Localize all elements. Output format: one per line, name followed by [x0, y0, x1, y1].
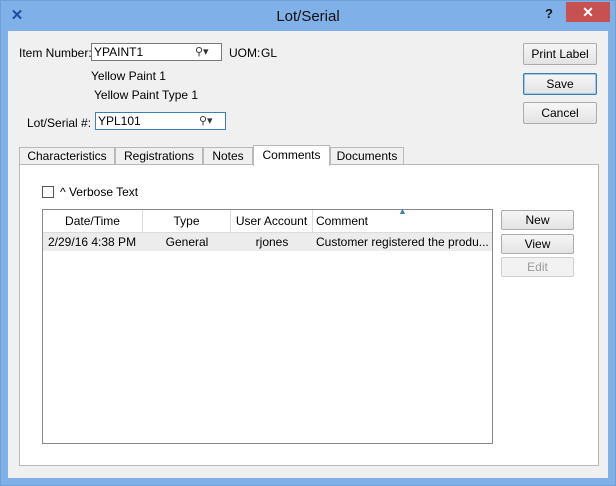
view-comment-button[interactable]: View: [501, 234, 574, 254]
tab-registrations[interactable]: Registrations: [115, 147, 203, 165]
tab-documents[interactable]: Documents: [330, 147, 404, 165]
cell-datetime: 2/29/16 4:38 PM: [48, 235, 137, 249]
column-header-datetime[interactable]: Date/Time: [43, 210, 143, 232]
print-label-button[interactable]: Print Label: [523, 43, 597, 65]
cell-user: rjones: [255, 235, 289, 249]
item-number-field[interactable]: ⚲▾: [91, 43, 222, 61]
help-button[interactable]: ?: [539, 4, 559, 24]
uom-value: GL: [261, 46, 278, 60]
column-header-user-account[interactable]: User Account: [231, 210, 313, 232]
column-header-type[interactable]: Type: [143, 210, 231, 232]
tab-characteristics[interactable]: Characteristics: [19, 147, 115, 165]
new-comment-button[interactable]: New: [501, 210, 574, 230]
cancel-button[interactable]: Cancel: [523, 102, 597, 124]
item-description-1: Yellow Paint 1: [91, 69, 166, 83]
comments-panel: ^ Verbose Text Date/Time Type User Accou…: [19, 164, 599, 466]
edit-comment-button[interactable]: Edit: [501, 257, 574, 277]
cell-type: General: [165, 235, 209, 249]
item-number-label: Item Number:: [19, 46, 92, 60]
close-button[interactable]: ✕: [566, 2, 610, 22]
window: ✕ Lot/Serial ? ✕ Item Number: ⚲▾ UOM: GL…: [0, 0, 616, 486]
uom-label: UOM:: [229, 46, 261, 60]
sort-ascending-icon: ▲: [398, 206, 407, 216]
window-title: Lot/Serial: [276, 8, 340, 25]
verbose-text-checkbox[interactable]: [42, 186, 54, 198]
lot-serial-input[interactable]: [98, 114, 198, 128]
verbose-text-label: ^ Verbose Text: [60, 185, 139, 199]
item-description-2: Yellow Paint Type 1: [94, 88, 199, 102]
tab-comments[interactable]: Comments: [253, 145, 330, 166]
item-lookup-icon[interactable]: ⚲▾: [195, 45, 217, 59]
save-button[interactable]: Save: [523, 73, 597, 95]
dialog-body: Item Number: ⚲▾ UOM: GL Yellow Paint 1 Y…: [8, 31, 608, 478]
item-number-input[interactable]: [94, 45, 194, 59]
comments-table[interactable]: Date/Time Type User Account Comment ▲ 2/…: [42, 206, 493, 444]
table-row[interactable]: 2/29/16 4:38 PM General rjones Customer …: [43, 233, 492, 251]
verbose-text-label-text: Verbose Text: [68, 185, 139, 199]
lot-serial-field[interactable]: ⚲▾: [95, 112, 226, 130]
table-header: Date/Time Type User Account Comment ▲: [43, 206, 492, 233]
lot-serial-label: Lot/Serial #:: [27, 116, 92, 130]
lot-lookup-icon[interactable]: ⚲▾: [199, 114, 221, 128]
close-icon: ✕: [582, 4, 594, 20]
cell-comment: Customer registered the produ...: [316, 235, 489, 249]
tab-notes[interactable]: Notes: [203, 147, 253, 165]
title-bar[interactable]: ✕ Lot/Serial ? ✕: [1, 1, 615, 31]
